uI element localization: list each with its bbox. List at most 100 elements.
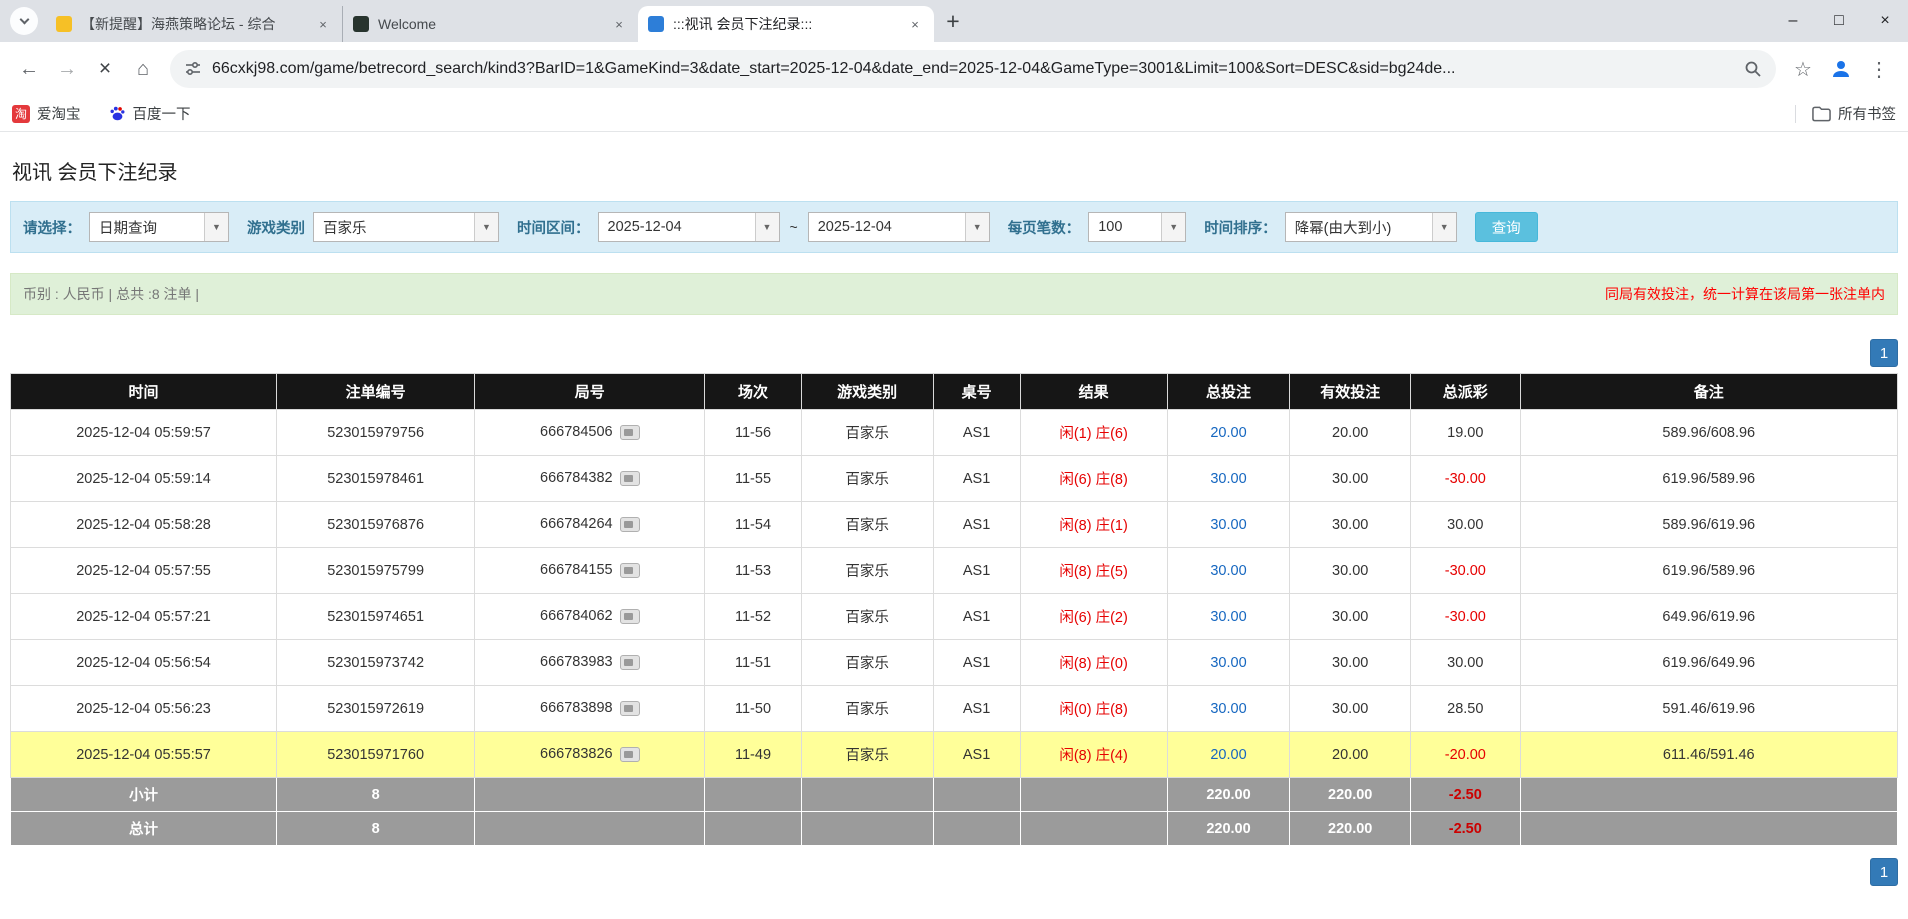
sort-select[interactable]: 降幂(由大到小) ▼ [1284,212,1457,242]
footer-cell: 220.00 [1166,777,1291,812]
total-bet-link[interactable]: 30.00 [1210,655,1246,671]
video-replay-icon[interactable] [619,609,640,625]
chevron-down-icon[interactable]: ▼ [474,213,498,241]
browser-tab[interactable]: Welcome × [342,6,638,42]
bookmark-taobao[interactable]: 淘 爱淘宝 [12,103,81,124]
back-button[interactable]: ← [10,50,48,88]
bookmarks-bar-right: 所有书签 [1795,103,1896,124]
cell-total-bet: 30.00 [1166,593,1291,640]
cell-table-no: AS1 [932,409,1021,456]
bet-row: 2025-12-04 05:59:14 523015978461 666784382… [9,455,1899,502]
url-text[interactable]: 66cxkj98.com/game/betrecord_search/kind3… [212,60,1734,78]
chevron-down-icon[interactable]: ▼ [754,213,779,241]
cell-note: 611.46/591.46 [1519,731,1899,778]
cell-note: 589.96/619.96 [1519,501,1899,548]
bookmarks-bar: 淘 爱淘宝 百度一下 所有书签 [0,96,1908,132]
zoom-icon[interactable] [1744,60,1762,78]
bookmark-baidu[interactable]: 百度一下 [109,103,191,124]
cell-round: 666784264 [474,501,706,548]
column-header: 时间 [9,373,278,410]
footer-cell [474,811,706,846]
cell-valid-bet: 20.00 [1289,731,1412,778]
browser-tab[interactable]: :::视讯 会员下注纪录::: × [638,6,934,42]
game-type-select[interactable]: 百家乐 ▼ [313,212,499,242]
footer-cell: 8 [276,811,476,846]
cell-game-type: 百家乐 [800,593,934,640]
bookmark-label: 百度一下 [132,107,191,123]
chevron-down-icon[interactable]: ▼ [204,213,228,241]
total-bet-link[interactable]: 20.00 [1210,425,1246,441]
search-button[interactable]: 查询 [1474,212,1538,242]
cell-bet-id: 523015979756 [276,409,476,456]
browser-tab[interactable]: 【新提醒】海燕策略论坛 - 综合 × [46,6,342,42]
footer-label: 小计 [9,777,278,812]
tab-close-icon[interactable]: × [906,15,924,33]
video-replay-icon[interactable] [619,701,640,717]
footer-cell [704,777,802,812]
result-player: 闲(6) [1059,610,1092,626]
cell-result: 闲(8) 庄(0) [1019,639,1168,686]
forward-button[interactable]: → [48,50,86,88]
total-bet-link[interactable]: 30.00 [1210,609,1246,625]
tab-title: Welcome [378,16,437,32]
tab-title: 【新提醒】海燕策略论坛 - 综合 [81,16,276,32]
cell-table-no: AS1 [932,731,1021,778]
cell-result: 闲(8) 庄(5) [1019,547,1168,594]
bet-row: 2025-12-04 05:57:21 523015974651 666784062… [9,593,1899,640]
total-bet-link[interactable]: 30.00 [1210,471,1246,487]
cell-valid-bet: 30.00 [1289,639,1412,686]
minimize-button[interactable]: – [1770,0,1816,42]
per-page-value: 100 [1098,219,1123,235]
address-bar[interactable]: 66cxkj98.com/game/betrecord_search/kind3… [170,50,1776,88]
video-replay-icon[interactable] [619,471,640,487]
result-player: 闲(0) [1059,702,1092,718]
video-replay-icon[interactable] [619,425,640,441]
cell-valid-bet: 30.00 [1289,455,1412,502]
chevron-down-icon[interactable]: ▼ [1431,213,1456,241]
bookmark-star-icon[interactable]: ☆ [1784,50,1822,88]
date-start-input[interactable]: 2025-12-04 ▼ [597,212,780,242]
tab-search-button[interactable] [10,7,38,35]
total-row: 总计 8 220.00 220.00 -2.50 [9,811,1899,846]
total-bet-link[interactable]: 30.00 [1210,517,1246,533]
cell-total-bet: 30.00 [1166,639,1291,686]
new-tab-button[interactable]: + [938,6,968,36]
cell-bet-id: 523015972619 [276,685,476,732]
total-bet-link[interactable]: 30.00 [1210,701,1246,717]
footer-cell [932,811,1021,846]
total-bet-link[interactable]: 20.00 [1210,747,1246,763]
close-button[interactable]: × [1862,0,1908,42]
home-button[interactable]: ⌂ [124,50,162,88]
video-replay-icon[interactable] [619,517,640,533]
menu-icon[interactable]: ⋮ [1860,50,1898,88]
video-replay-icon[interactable] [619,747,640,763]
per-page-select[interactable]: 100 ▼ [1088,212,1187,242]
cell-game-type: 百家乐 [800,547,934,594]
video-replay-icon[interactable] [619,563,640,579]
cell-valid-bet: 30.00 [1289,501,1412,548]
page-1-button[interactable]: 1 [1870,339,1898,367]
footer-cell [704,811,802,846]
cell-valid-bet: 30.00 [1289,593,1412,640]
total-bet-link[interactable]: 30.00 [1210,563,1246,579]
cell-time: 2025-12-04 05:56:54 [9,639,278,686]
date-end-value: 2025-12-04 [817,219,892,235]
maximize-button[interactable]: □ [1816,0,1862,42]
date-end-input[interactable]: 2025-12-04 ▼ [807,212,990,242]
chevron-down-icon[interactable]: ▼ [964,213,989,241]
footer-cell: -2.50 [1410,811,1521,846]
site-settings-icon[interactable] [184,60,202,78]
cell-payout: 30.00 [1410,639,1521,686]
cell-round: 666784506 [474,409,706,456]
all-bookmarks-button[interactable]: 所有书签 [1812,103,1896,124]
video-replay-icon[interactable] [619,655,640,671]
tab-close-icon[interactable]: × [610,15,628,33]
tab-close-icon[interactable]: × [314,15,332,33]
cell-table-no: AS1 [932,685,1021,732]
page-1-button[interactable]: 1 [1870,858,1898,886]
query-type-select[interactable]: 日期查询 ▼ [89,212,229,242]
profile-icon[interactable] [1822,50,1860,88]
chevron-down-icon[interactable]: ▼ [1161,213,1186,241]
stop-loading-button[interactable]: × [86,50,124,88]
column-header: 游戏类别 [800,373,934,410]
